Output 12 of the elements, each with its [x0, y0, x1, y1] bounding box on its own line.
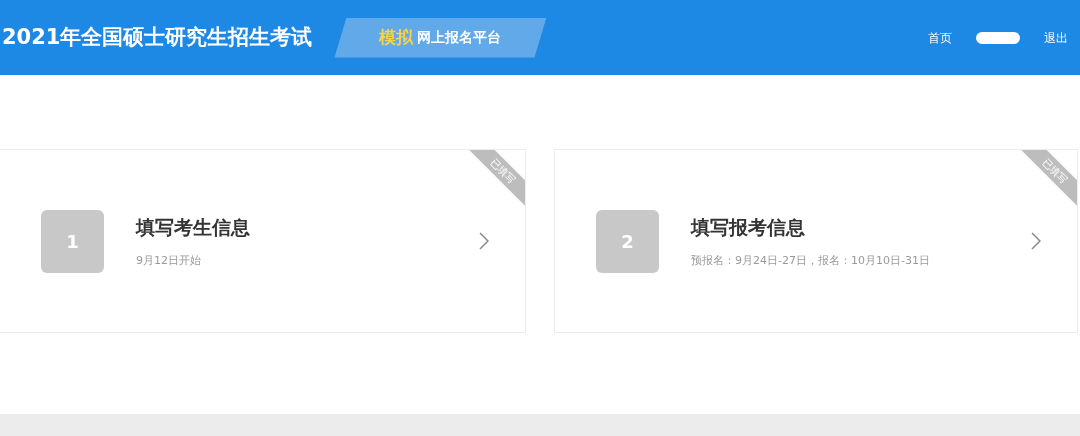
nav-link[interactable]: 首页: [928, 28, 952, 47]
nav-link[interactable]: 退出: [1044, 28, 1068, 47]
step-subtitle: 9月12日开始: [136, 253, 202, 269]
chevron-right-icon: [479, 232, 489, 250]
redacted-mark: [976, 31, 1020, 44]
badge-highlight: 模拟: [379, 25, 414, 49]
chevron-right-icon: [1031, 232, 1041, 250]
step-title: 填写报考信息: [691, 214, 806, 240]
step-title: 填写考生信息: [136, 214, 251, 240]
step-subtitle: 预报名：9月24日-27日，报名：10月10日-31日: [691, 253, 931, 269]
badge-text: 网上报名平台: [417, 28, 502, 47]
site-title: 2021年全国硕士研究生招生考试: [2, 23, 313, 51]
